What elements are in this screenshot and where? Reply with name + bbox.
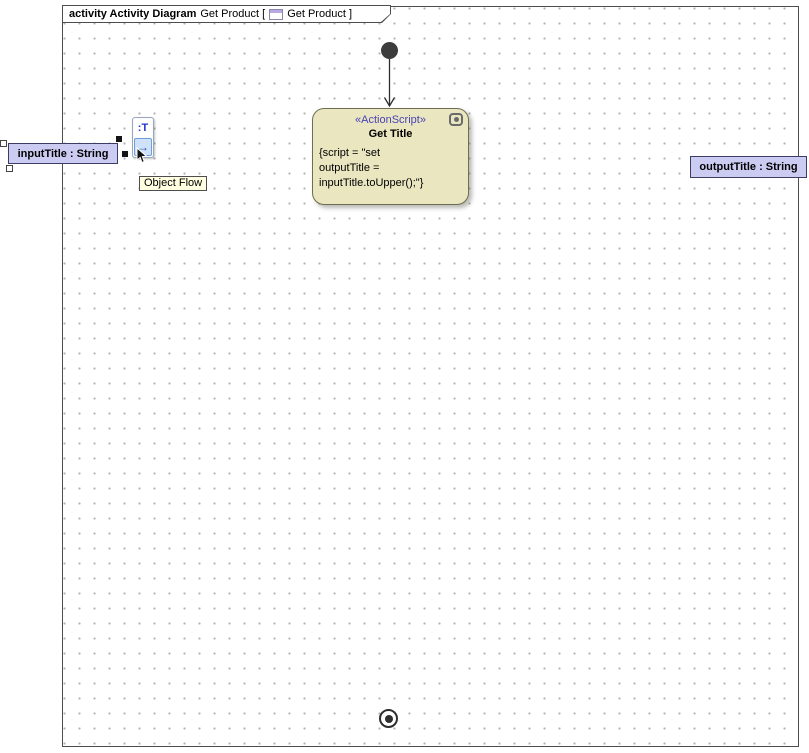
script-line: outputTitle = — [319, 161, 462, 176]
selection-handle[interactable] — [122, 151, 128, 157]
activity-diagram-icon — [269, 9, 283, 20]
diagram-frame-header-content: activity Activity Diagram Get Product [ … — [63, 6, 390, 22]
script-line: inputTitle.toUpper();"} — [319, 176, 462, 191]
tooltip-text: Object Flow — [144, 177, 202, 189]
activity-final-node-core — [385, 715, 393, 723]
parameter-node-output-title[interactable]: outputTitle : String — [690, 156, 807, 178]
action-script-text: {script = "set outputTitle = inputTitle.… — [313, 146, 468, 191]
type-icon: :T — [138, 122, 148, 134]
frame-name-label: Get Product [ — [200, 8, 265, 20]
parameter-output-label: outputTitle : String — [699, 161, 797, 173]
parameter-input-label: inputTitle : String — [18, 148, 109, 160]
mouse-cursor-icon — [136, 147, 148, 164]
behavior-icon — [449, 113, 463, 126]
parameter-node-input-title[interactable]: inputTitle : String — [8, 143, 118, 164]
tooltip-object-flow: Object Flow — [139, 176, 207, 191]
selection-handle[interactable] — [0, 140, 7, 147]
activity-final-node[interactable] — [379, 709, 398, 728]
diagram-frame-header[interactable]: activity Activity Diagram Get Product [ … — [62, 5, 391, 23]
action-stereotype-label: «ActionScript» — [313, 114, 468, 126]
frame-diagram-ref-label: Get Product ] — [287, 8, 352, 20]
selection-handle[interactable] — [6, 165, 13, 172]
activity-diagram-frame[interactable]: activity Activity Diagram Get Product [ … — [62, 6, 799, 747]
behavior-icon-dot — [454, 117, 459, 122]
type-manipulator-button[interactable]: :T — [134, 119, 152, 137]
action-node-get-title[interactable]: «ActionScript» Get Title {script = "set … — [312, 108, 469, 205]
initial-node[interactable] — [381, 42, 398, 59]
control-flow-arrow[interactable] — [385, 59, 395, 106]
action-title-label: Get Title — [313, 128, 468, 140]
selection-handle[interactable] — [116, 136, 122, 142]
frame-keyword-label: activity Activity Diagram — [69, 8, 196, 20]
script-line: {script = "set — [319, 146, 462, 161]
